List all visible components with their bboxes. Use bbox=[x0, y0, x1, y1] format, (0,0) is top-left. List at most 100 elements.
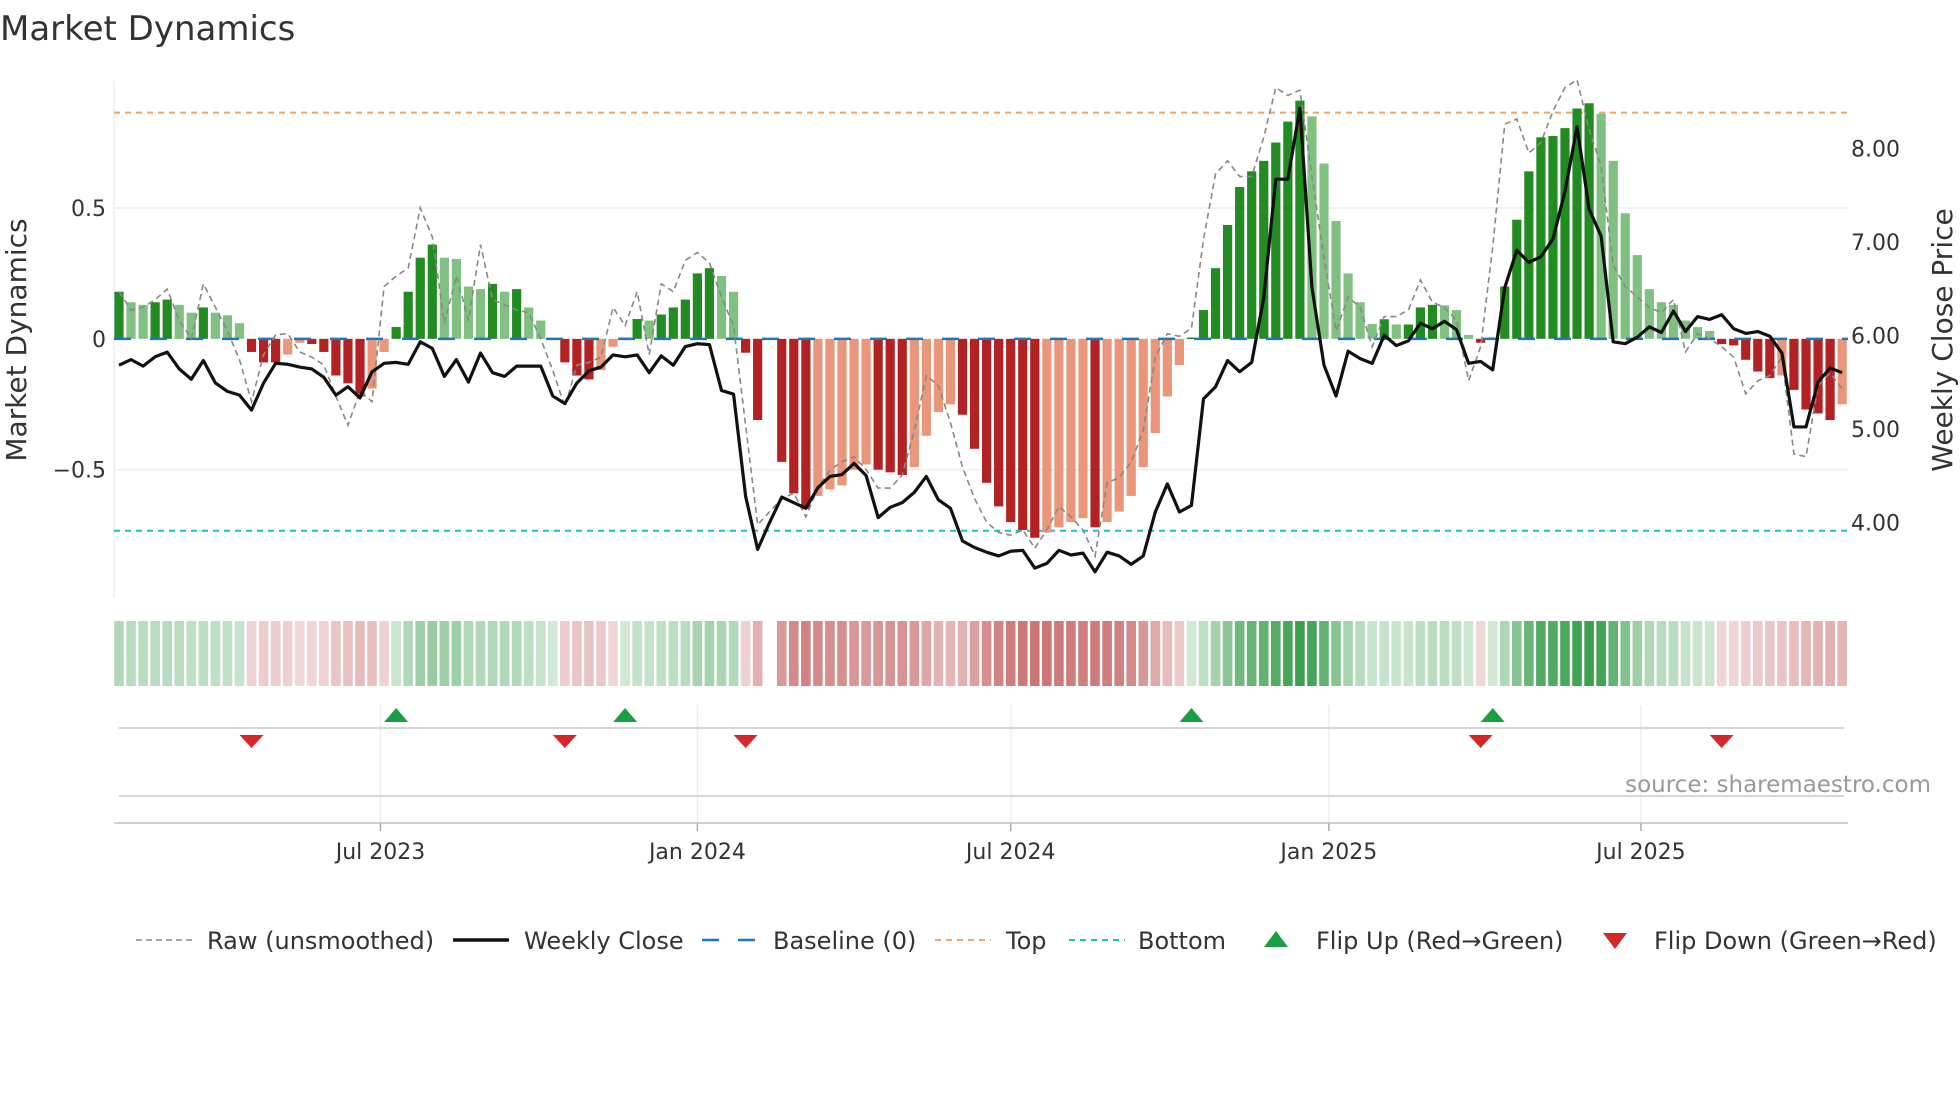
heat-cell bbox=[692, 621, 703, 686]
momentum-bar bbox=[753, 338, 763, 420]
legend-item: Baseline (0) bbox=[702, 927, 916, 955]
heat-cell bbox=[1343, 621, 1353, 686]
momentum-bar bbox=[1078, 338, 1088, 519]
momentum-bar bbox=[957, 338, 968, 415]
legend: Raw (unsmoothed) Weekly Close Baseline (0)… bbox=[136, 927, 1937, 955]
momentum-bar bbox=[873, 338, 883, 470]
x-tick-label: Jul 2023 bbox=[334, 840, 426, 865]
momentum-bar bbox=[271, 338, 281, 363]
momentum-bar bbox=[608, 338, 618, 347]
momentum-bar bbox=[1126, 338, 1136, 496]
heat-cell bbox=[1777, 621, 1787, 686]
heat-cell bbox=[789, 621, 799, 686]
momentum-bar bbox=[138, 304, 148, 339]
heat-cell bbox=[1608, 621, 1618, 686]
regime-heat-strip bbox=[114, 621, 1847, 686]
heat-cell bbox=[680, 621, 691, 686]
momentum-bar bbox=[1210, 268, 1221, 339]
heat-cell bbox=[1825, 621, 1835, 686]
heat-cell bbox=[307, 621, 317, 686]
momentum-bar bbox=[909, 338, 919, 468]
heat-cell bbox=[1258, 621, 1269, 686]
momentum-bar bbox=[1765, 338, 1775, 379]
heat-cell bbox=[716, 621, 727, 686]
heat-cell bbox=[704, 621, 715, 686]
flip-up-marker bbox=[384, 708, 409, 722]
flip-down-marker bbox=[1468, 735, 1493, 748]
momentum-bar bbox=[150, 302, 160, 339]
heat-cell bbox=[535, 621, 546, 686]
momentum-bar bbox=[463, 286, 474, 339]
heat-cell bbox=[1367, 621, 1377, 686]
heat-cell bbox=[258, 621, 269, 686]
heat-cell bbox=[1283, 621, 1293, 686]
heat-cell bbox=[897, 621, 908, 686]
heat-cell bbox=[1740, 621, 1751, 686]
y-right-tick-label: 4.00 bbox=[1851, 511, 1900, 536]
heat-cell bbox=[656, 621, 667, 686]
momentum-bar bbox=[789, 338, 799, 494]
momentum-bar bbox=[1560, 128, 1570, 339]
momentum-bar bbox=[1138, 338, 1148, 468]
heat-cell bbox=[1391, 621, 1402, 686]
heat-cell bbox=[511, 621, 522, 686]
heat-cell bbox=[981, 621, 992, 686]
heat-cell bbox=[873, 621, 883, 686]
heat-cell bbox=[1487, 621, 1498, 686]
heat-cell bbox=[367, 621, 377, 686]
heat-cell bbox=[1198, 621, 1209, 686]
heat-cell bbox=[1765, 621, 1775, 686]
momentum-bar bbox=[391, 327, 401, 339]
momentum-bar bbox=[572, 338, 582, 376]
momentum-bar bbox=[512, 289, 522, 339]
heat-cell bbox=[523, 621, 534, 686]
heat-cell bbox=[1403, 621, 1414, 686]
heat-cell bbox=[752, 621, 763, 686]
momentum-bar bbox=[1162, 338, 1172, 397]
heat-cell bbox=[451, 621, 462, 686]
momentum-bar bbox=[1042, 338, 1052, 533]
momentum-bar bbox=[1235, 187, 1245, 339]
heat-cell bbox=[1427, 621, 1438, 686]
momentum-bar bbox=[319, 338, 329, 352]
heat-cell bbox=[1704, 621, 1715, 686]
momentum-bar bbox=[837, 338, 847, 486]
momentum-bar bbox=[536, 320, 546, 339]
momentum-bar bbox=[1427, 304, 1438, 339]
momentum-bar bbox=[560, 338, 570, 363]
momentum-bar bbox=[680, 299, 690, 339]
momentum-bar bbox=[982, 338, 992, 483]
y-right-tick-label: 5.00 bbox=[1851, 418, 1900, 443]
heat-cell bbox=[439, 621, 450, 686]
heat-cell bbox=[1728, 621, 1739, 686]
heat-cell bbox=[1066, 621, 1076, 686]
momentum-bar bbox=[969, 338, 980, 449]
heat-cell bbox=[1210, 621, 1221, 686]
momentum-bar bbox=[1271, 142, 1281, 339]
heat-cell bbox=[1126, 621, 1136, 686]
heat-cell bbox=[1090, 621, 1100, 686]
heat-cell bbox=[1017, 621, 1028, 686]
heat-cell bbox=[813, 621, 823, 686]
heat-cell bbox=[1584, 621, 1594, 686]
heat-cell bbox=[174, 621, 185, 686]
heat-cell bbox=[1102, 621, 1112, 686]
momentum-bar bbox=[1247, 171, 1257, 339]
heat-cell bbox=[1813, 621, 1823, 686]
heat-cell bbox=[1463, 621, 1474, 686]
heat-cell bbox=[1572, 621, 1582, 686]
heat-cell bbox=[1632, 621, 1643, 686]
heat-cell bbox=[1656, 621, 1667, 686]
momentum-bar bbox=[945, 338, 956, 405]
heat-cell bbox=[776, 621, 787, 686]
heat-cell bbox=[861, 621, 871, 686]
momentum-bar bbox=[1524, 171, 1534, 339]
heat-cell bbox=[150, 621, 160, 686]
heat-cell bbox=[1512, 621, 1522, 686]
heat-cell bbox=[1331, 621, 1341, 686]
heat-cell bbox=[1307, 621, 1317, 686]
momentum-bar bbox=[1331, 221, 1341, 339]
heat-cell bbox=[1548, 621, 1558, 686]
momentum-bar bbox=[656, 314, 666, 339]
heat-cell bbox=[945, 621, 956, 686]
